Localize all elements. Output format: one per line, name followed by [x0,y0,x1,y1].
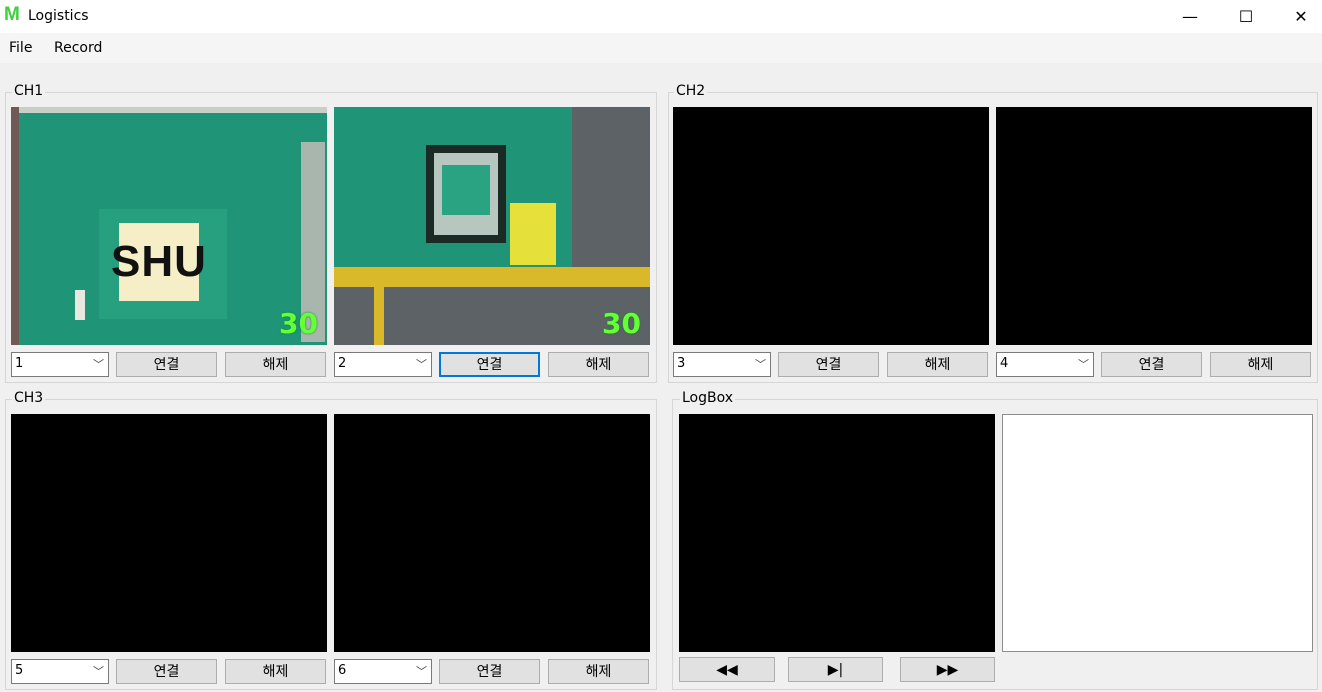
chevron-down-icon: ﹀ [416,665,427,678]
camera-3-disconnect-button[interactable]: 해제 [887,352,988,377]
minimize-button[interactable]: — [1163,0,1217,33]
app-logo-icon: M [4,4,20,25]
camera-6-disconnect-button[interactable]: 해제 [548,659,649,684]
chevron-down-icon: ﹀ [416,358,427,371]
camera-6-connect-button[interactable]: 연결 [439,659,540,684]
camera-2-select[interactable]: 2 ﹀ [334,352,432,377]
title-bar [0,0,1322,33]
ch3-label: CH3 [12,390,46,406]
rewind-button[interactable]: ◀◀ [679,657,775,682]
camera-3-select[interactable]: 3 ﹀ [673,352,771,377]
logbox-label: LogBox [680,390,736,406]
camera-2-disconnect-button[interactable]: 해제 [548,352,649,377]
camera-1-select[interactable]: 1 ﹀ [11,352,109,377]
chevron-down-icon: ﹀ [93,358,104,371]
shu-floor-sign: SHU [111,223,206,301]
floor-sticker [510,203,556,265]
camera-5-disconnect-button[interactable]: 해제 [225,659,326,684]
camera-3-view [673,107,989,345]
camera-4-disconnect-button[interactable]: 해제 [1210,352,1311,377]
ch2-label: CH2 [674,83,708,99]
camera-5-connect-button[interactable]: 연결 [116,659,217,684]
step-play-button[interactable]: ▶| [788,657,883,682]
log-text-box[interactable] [1002,414,1313,652]
camera-1-connect-button[interactable]: 연결 [116,352,217,377]
camera-4-view [996,107,1312,345]
chevron-down-icon: ﹀ [93,665,104,678]
camera-1-fps: 30 [279,307,318,340]
chevron-down-icon: ﹀ [1078,358,1089,371]
camera-4-connect-button[interactable]: 연결 [1101,352,1202,377]
camera-3-connect-button[interactable]: 연결 [778,352,879,377]
close-button[interactable]: ✕ [1274,0,1322,33]
camera-2-view: 30 [334,107,650,345]
maximize-button[interactable]: ☐ [1219,0,1273,33]
camera-2-fps: 30 [602,307,641,340]
camera-4-select[interactable]: 4 ﹀ [996,352,1094,377]
ch1-label: CH1 [12,83,46,99]
camera-5-select[interactable]: 5 ﹀ [11,659,109,684]
camera-6-select[interactable]: 6 ﹀ [334,659,432,684]
camera-5-view [11,414,327,652]
camera-2-connect-button[interactable]: 연결 [439,352,540,377]
menu-bar [0,33,1322,63]
log-video-view [679,414,995,652]
window-title: Logistics [28,8,89,24]
menu-record[interactable]: Record [54,40,102,56]
camera-6-view [334,414,650,652]
camera-1-view: SHU 30 [11,107,327,345]
fast-forward-button[interactable]: ▶▶ [900,657,995,682]
camera-1-disconnect-button[interactable]: 해제 [225,352,326,377]
chevron-down-icon: ﹀ [755,358,766,371]
menu-file[interactable]: File [9,40,32,56]
